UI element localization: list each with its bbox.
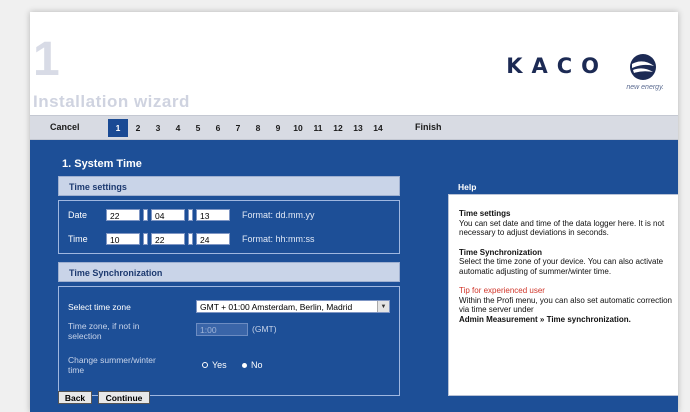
date-separator [188, 209, 193, 221]
back-button[interactable]: Back [58, 391, 92, 404]
time-zone-select[interactable]: GMT + 01:00 Amsterdam, Berlin, Madrid ▼ [196, 300, 390, 313]
dst-label: Change summer/winter time [68, 355, 156, 375]
step-link-3[interactable]: 3 [148, 119, 168, 137]
date-year-input[interactable]: 13 [196, 209, 230, 221]
custom-zone-input[interactable]: 1:00 [196, 323, 248, 336]
gmt-suffix: (GMT) [252, 324, 277, 334]
step-link-13[interactable]: 13 [348, 119, 368, 137]
wizard-navbar: Cancel 1 2 3 4 5 6 7 8 9 10 11 12 13 14 Finish [30, 115, 678, 140]
step-link-7[interactable]: 7 [228, 119, 248, 137]
dst-yes-radio[interactable]: Yes [202, 360, 227, 370]
step-link-4[interactable]: 4 [168, 119, 188, 137]
date-label: Date [68, 210, 88, 220]
help-time-sync-title: Time Synchronization [459, 247, 542, 257]
help-tip-path: Admin Measurement » Time synchronization… [459, 314, 631, 324]
step-link-9[interactable]: 9 [268, 119, 288, 137]
dst-no-label: No [251, 360, 263, 370]
time-label: Time [68, 234, 88, 244]
header: 1 Installation wizard KACO new energy. [30, 12, 678, 115]
step-list: 1 2 3 4 5 6 7 8 9 10 11 12 13 14 [108, 119, 388, 137]
step-number: 1 [33, 33, 60, 86]
step-link-5[interactable]: 5 [188, 119, 208, 137]
time-separator [143, 233, 148, 245]
help-tip-text: Within the Profi menu, you can also set … [459, 295, 672, 315]
step-link-10[interactable]: 10 [288, 119, 308, 137]
logo-mark-icon [630, 54, 656, 80]
custom-zone-label: Time zone, if not in selection [68, 321, 140, 341]
step-link-8[interactable]: 8 [248, 119, 268, 137]
finish-link[interactable]: Finish [415, 122, 442, 132]
page-title: 1. System Time [62, 158, 142, 170]
radio-unchecked-icon [202, 362, 208, 368]
cancel-link[interactable]: Cancel [50, 122, 80, 132]
step-link-2[interactable]: 2 [128, 119, 148, 137]
help-tab: Help [448, 180, 562, 194]
date-separator [143, 209, 148, 221]
chevron-down-icon: ▼ [377, 301, 389, 312]
help-tip-title: Tip for experienced user [459, 286, 545, 295]
kaco-logo: KACO new energy. [504, 52, 664, 100]
step-link-14[interactable]: 14 [368, 119, 388, 137]
step-link-12[interactable]: 12 [328, 119, 348, 137]
dst-no-radio[interactable]: No [242, 360, 263, 370]
step-link-1[interactable]: 1 [108, 119, 128, 137]
help-time-settings-text: You can set date and time of the data lo… [459, 218, 665, 238]
date-format-hint: Format: dd.mm.yy [242, 210, 315, 220]
continue-button[interactable]: Continue [98, 391, 150, 404]
time-sync-heading: Time Synchronization [58, 262, 400, 282]
help-time-sync-text: Select the time zone of your device. You… [459, 257, 664, 276]
dst-yes-label: Yes [212, 360, 227, 370]
step-link-6[interactable]: 6 [208, 119, 228, 137]
time-second-input[interactable]: 24 [196, 233, 230, 245]
time-zone-label: Select time zone [68, 302, 131, 312]
time-minute-input[interactable]: 22 [151, 233, 185, 245]
date-day-input[interactable]: 22 [106, 209, 140, 221]
step-link-11[interactable]: 11 [308, 119, 328, 137]
wizard-title: Installation wizard [33, 92, 190, 111]
time-hour-input[interactable]: 10 [106, 233, 140, 245]
time-format-hint: Format: hh:mm:ss [242, 234, 315, 244]
wizard-window: 1 Installation wizard KACO new energy. C… [30, 12, 678, 412]
date-month-input[interactable]: 04 [151, 209, 185, 221]
logo-tagline: new energy. [626, 84, 664, 91]
logo-text: KACO [506, 54, 608, 78]
help-time-settings-title: Time settings [459, 209, 511, 218]
help-panel: Time settings You can set date and time … [448, 194, 678, 396]
time-settings-heading: Time settings [58, 176, 400, 196]
time-separator [188, 233, 193, 245]
radio-checked-icon [242, 362, 247, 368]
time-zone-value: GMT + 01:00 Amsterdam, Berlin, Madrid [200, 302, 353, 312]
